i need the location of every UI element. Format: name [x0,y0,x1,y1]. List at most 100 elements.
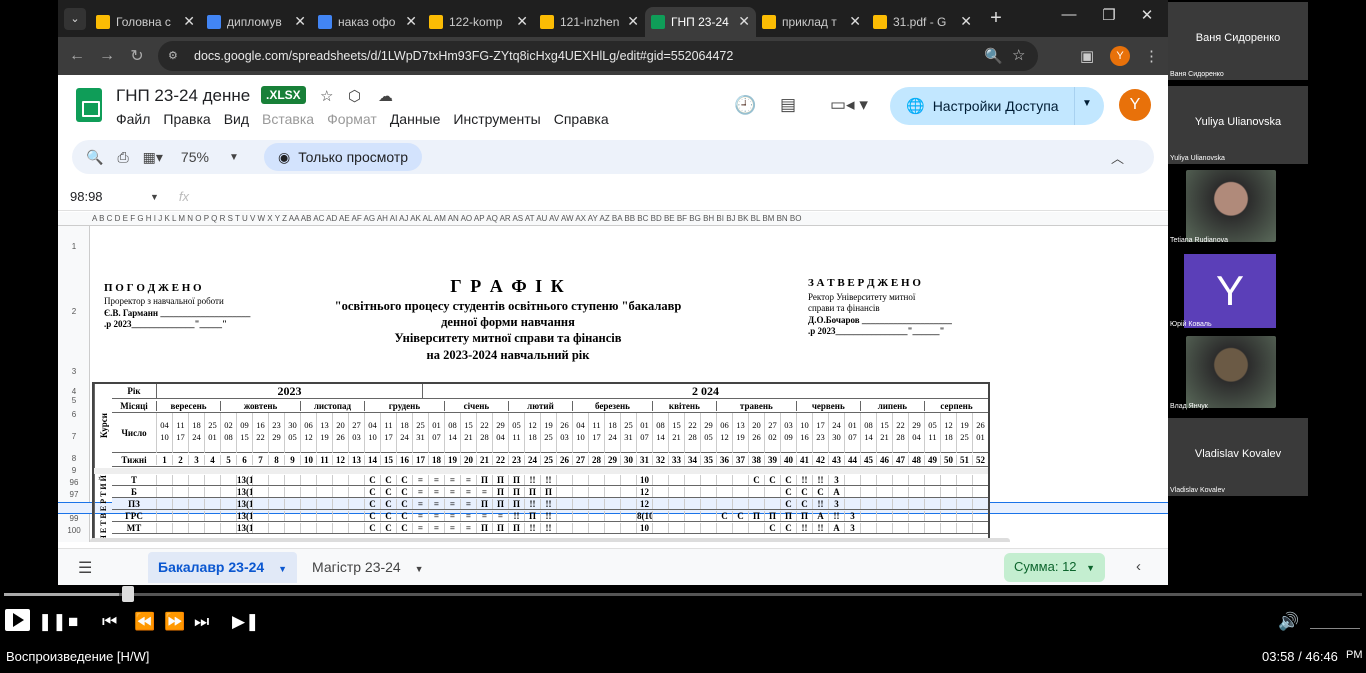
spreadsheet-grid[interactable]: A B C D E F G H I J K L M N O P Q R S T … [58,212,1168,542]
menu-item[interactable]: Вид [224,111,249,127]
browser-tab[interactable]: ГНП 23-24 ✕ [645,6,756,37]
explore-chevron-icon[interactable]: ‹ [1136,558,1141,575]
play-button[interactable] [5,609,30,631]
row-number[interactable]: 5 [58,396,90,405]
tab-close-icon[interactable]: ✕ [294,13,306,30]
seek-handle[interactable] [122,586,134,602]
sum-dropdown-icon[interactable]: ▼ [1086,563,1095,573]
browser-tab[interactable]: приклад т ✕ [756,7,867,37]
account-avatar[interactable]: Y [1119,89,1151,121]
url-field[interactable]: ⚙ docs.google.com/spreadsheets/d/1LWpD7t… [158,41,1038,71]
menu-item[interactable]: Вставка [262,111,314,127]
tab-search-icon[interactable]: ⌄ [64,7,86,30]
tab-close-icon[interactable]: ✕ [960,13,972,30]
row-number[interactable]: 2 [58,307,90,316]
back-icon[interactable]: ← [62,47,92,65]
forward-icon[interactable]: → [92,47,122,65]
new-tab-icon[interactable]: + [984,7,1008,30]
participant-tile[interactable]: Yuliya Ulianovska Yuliya Ulianovska [1168,86,1308,164]
row-number[interactable]: 97 [58,490,90,499]
reload-icon[interactable]: ↻ [122,46,152,66]
name-box[interactable]: 98:98 [70,189,150,204]
horizontal-scrollbar[interactable] [90,538,1010,542]
participant-tile[interactable]: Y Юрій Коваль [1168,252,1308,330]
next-button[interactable]: ⏭ [194,612,209,632]
meet-icon[interactable]: ▭◂ ▾ [830,95,868,115]
tab-close-icon[interactable]: ✕ [849,13,861,30]
name-box-dropdown-icon[interactable]: ▼ [150,192,159,202]
document-title[interactable]: ГНП 23-24 денне [116,86,250,106]
collapse-menu-icon[interactable]: ︿ [1111,148,1124,167]
share-button[interactable]: 🌐 Настройки Доступа ▼ [890,87,1104,125]
profile-avatar[interactable]: Y [1110,46,1130,66]
move-icon[interactable]: ⬡ [348,87,361,105]
pm-icon[interactable]: PM [1346,649,1363,661]
cloud-status-icon[interactable]: ☁ [378,87,393,105]
site-info-icon[interactable]: ⚙ [168,49,184,63]
row-number[interactable]: 7 [58,432,90,441]
menu-item[interactable]: Формат [327,111,377,127]
zoom-dropdown-icon[interactable]: ▼ [229,152,239,163]
history-icon[interactable]: 🕘 [734,95,756,116]
tab-close-icon[interactable]: ✕ [627,13,639,30]
browser-tab[interactable]: 121-inzhen ✕ [534,7,645,37]
participant-tile[interactable]: Vladislav Kovalev Vladislav Kovalev [1168,418,1308,496]
sheet-tab-master[interactable]: Магістр 23-24 ▼ [302,552,434,583]
volume-slider[interactable] [1310,613,1360,629]
add-sheet-menu-icon[interactable]: ☰ [78,558,92,578]
row-number[interactable]: 96 [58,478,90,487]
tab-close-icon[interactable]: ✕ [516,13,528,30]
row-number[interactable]: 9 [58,466,90,475]
sheet-tab-dropdown-icon[interactable]: ▼ [278,564,287,574]
browser-menu-icon[interactable]: ⋮ [1144,47,1159,65]
format-icon[interactable]: ▦▾ [143,149,163,166]
participant-tile[interactable]: Tetiana Rudianova [1168,168,1308,246]
menu-item[interactable]: Правка [163,111,210,127]
sheets-logo-icon[interactable] [76,88,102,122]
forward-button[interactable]: ⏩ [164,612,185,632]
bookmark-star-icon[interactable]: ☆ [1012,46,1025,64]
tab-close-icon[interactable]: ✕ [183,13,195,30]
row-number[interactable]: 99 [58,514,90,523]
search-icon[interactable]: 🔍 [86,149,103,166]
row-number[interactable]: 6 [58,410,90,419]
view-only-button[interactable]: ◉ Только просмотр [264,143,423,171]
browser-tab[interactable]: дипломув ✕ [201,7,312,37]
sum-indicator[interactable]: Сумма: 12 ▼ [1004,553,1106,582]
browser-tab[interactable]: 122-komp ✕ [423,7,534,37]
star-icon[interactable]: ☆ [320,87,333,105]
participant-tile[interactable]: Влад Янчук [1168,334,1308,412]
row-number[interactable]: 4 [58,387,90,396]
row-number[interactable]: 8 [58,454,90,463]
volume-icon[interactable]: 🔊 [1278,612,1299,632]
browser-tab[interactable]: наказ офо ✕ [312,7,423,37]
tab-close-icon[interactable]: ✕ [738,13,750,30]
sheet-tab-bachelor[interactable]: Бакалавр 23-24 ▼ [148,552,297,583]
close-window-icon[interactable]: ✕ [1132,6,1162,24]
frame-step-button[interactable]: ▶❚ [232,612,259,632]
tab-close-icon[interactable]: ✕ [405,13,417,30]
stop-button[interactable]: ■ [68,612,78,632]
browser-tab[interactable]: Головна с ✕ [90,7,201,37]
comments-icon[interactable]: ▤ [780,95,796,115]
row-number[interactable]: 3 [58,367,90,376]
rewind-button[interactable]: ⏪ [134,612,155,632]
share-dropdown-icon[interactable]: ▼ [1082,98,1092,109]
zoom-icon[interactable]: 🔍 [984,47,1003,65]
browser-tab[interactable]: 31.pdf - G ✕ [867,7,978,37]
print-icon[interactable]: ⎙ [117,149,128,166]
menu-item[interactable]: Файл [116,111,150,127]
row-number[interactable]: 1 [58,242,90,251]
zoom-select[interactable]: 75% [181,149,209,165]
row-number[interactable]: 100 [58,526,90,535]
minimize-icon[interactable]: — [1054,6,1084,23]
seek-bar[interactable] [4,586,1362,602]
sheet-tab-dropdown-icon[interactable]: ▼ [415,564,424,574]
previous-button[interactable]: ⏮ [102,612,117,632]
menu-item[interactable]: Справка [554,111,609,127]
menu-item[interactable]: Данные [390,111,441,127]
maximize-icon[interactable]: ❐ [1094,6,1124,24]
pause-button[interactable]: ❚❚ [38,612,67,632]
menu-item[interactable]: Инструменты [453,111,540,127]
column-headers[interactable]: A B C D E F G H I J K L M N O P Q R S T … [58,212,1168,226]
